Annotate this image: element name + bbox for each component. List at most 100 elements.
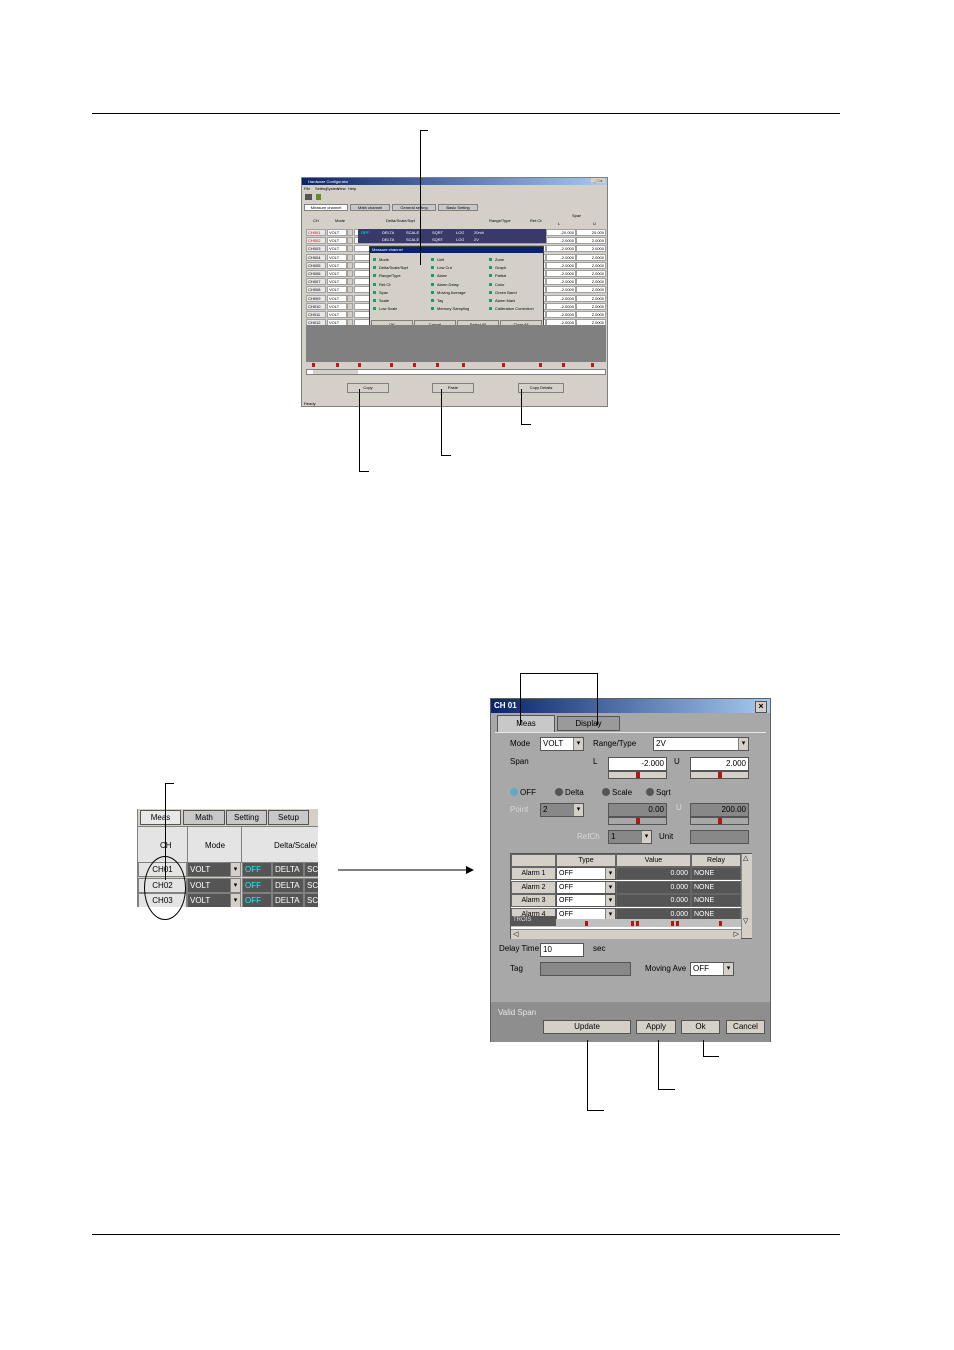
popup-item[interactable]: Partial [489, 273, 506, 278]
checkbox-icon[interactable] [431, 282, 434, 286]
marker-icon[interactable] [631, 921, 634, 926]
crop-row-sc[interactable]: SC [304, 877, 318, 893]
crop-row-off[interactable]: OFF [242, 893, 272, 907]
menu-item[interactable]: File [304, 186, 310, 191]
popup-item[interactable]: Calibration Correction [489, 306, 534, 311]
crop-row-sc[interactable]: SC [304, 862, 318, 877]
row1-range[interactable]: 20mV [474, 230, 484, 235]
scale-l-input[interactable]: 0.00 [608, 803, 667, 817]
row2-range[interactable]: 2V [474, 237, 479, 242]
row-mode[interactable]: VOLT [327, 278, 347, 286]
marker-icon[interactable] [413, 363, 416, 367]
checkbox-icon[interactable] [489, 266, 492, 270]
scroll-down-icon[interactable]: ▽ [743, 917, 748, 925]
span-u-slider[interactable] [690, 771, 749, 779]
crop-tab-0[interactable]: Meas [140, 810, 181, 825]
radio-icon[interactable] [510, 788, 518, 796]
close-icon[interactable]: × [755, 701, 767, 713]
radio-icon[interactable] [555, 788, 563, 796]
alarm-type-select[interactable]: OFF [556, 880, 616, 894]
alarm-value[interactable]: 0.000 [616, 880, 691, 894]
row2-delta[interactable]: DELTA [382, 237, 394, 242]
tab-2[interactable]: General setting [392, 204, 436, 211]
dropdown-arrow-icon[interactable] [347, 261, 353, 269]
crop-row-off[interactable]: OFF [242, 862, 272, 877]
alarm-relay[interactable]: NONE [691, 867, 741, 880]
tab-1[interactable]: Math channel [350, 204, 390, 211]
delay-time-input[interactable]: 10 [540, 943, 584, 957]
checkbox-icon[interactable] [431, 258, 434, 261]
popup-item[interactable]: Low Cut [431, 265, 452, 270]
marker-icon[interactable] [585, 921, 588, 926]
popup-item[interactable]: Color [489, 282, 505, 287]
dropdown-arrow-icon[interactable] [347, 229, 353, 236]
alarm-value[interactable]: 0.000 [616, 867, 691, 880]
popup-item[interactable]: Mode [373, 257, 389, 262]
row1-log[interactable]: LOG [456, 230, 464, 235]
checkbox-icon[interactable] [373, 290, 376, 294]
alarm-value[interactable]: 0.000 [616, 894, 691, 907]
marker-icon[interactable] [312, 363, 315, 367]
dropdown-arrow-icon[interactable] [347, 245, 353, 253]
checkbox-icon[interactable] [489, 282, 492, 286]
checkbox-icon[interactable] [431, 307, 434, 311]
crop-row-mode[interactable]: VOLT [187, 893, 232, 907]
alarm-hscrollbar[interactable]: ◁ ▷ [511, 929, 741, 939]
dropdown-arrow-icon[interactable] [347, 278, 353, 286]
radio-option-2[interactable]: Scale [602, 788, 632, 797]
tag-input[interactable] [540, 962, 631, 976]
popup-item[interactable]: Delta/Scale/Sqrt [373, 265, 408, 270]
checkbox-icon[interactable] [373, 266, 376, 270]
row1-scale[interactable]: SCALE [406, 230, 419, 235]
dropdown-arrow-icon[interactable] [347, 302, 353, 310]
bottom-button-0[interactable]: Copy [347, 383, 389, 393]
popup-item[interactable]: Memory Sampling [431, 306, 469, 311]
marker-icon[interactable] [462, 363, 465, 367]
row-mode[interactable]: VOLT [327, 286, 347, 294]
scroll-up-icon[interactable]: △ [743, 854, 748, 862]
marker-icon[interactable] [591, 363, 594, 367]
checkbox-icon[interactable] [489, 299, 492, 302]
row2-log[interactable]: LOG [456, 237, 464, 242]
radio-option-3[interactable]: Sqrt [646, 788, 671, 797]
range-type-select[interactable]: 2V [653, 737, 749, 751]
dropdown-arrow-icon[interactable] [347, 253, 353, 261]
menu-item[interactable]: Help [348, 186, 356, 191]
scrollbar-thumb[interactable] [313, 370, 358, 374]
scale-l-slider[interactable] [608, 817, 667, 825]
radio-icon[interactable] [602, 788, 610, 796]
mode-select[interactable]: VOLT [540, 737, 584, 751]
dialog-button-cancel[interactable]: Cancel [726, 1020, 765, 1034]
row-mode[interactable]: VOLT [327, 294, 347, 302]
row-mode[interactable]: VOLT [327, 261, 347, 269]
popup-item[interactable]: Graph [489, 265, 506, 270]
marker-icon[interactable] [719, 921, 722, 926]
popup-item[interactable]: Ref.Ch [373, 282, 391, 287]
popup-item[interactable]: Green Band [489, 290, 517, 295]
marker-icon[interactable] [539, 363, 542, 367]
scale-u-input[interactable]: 200.00 [690, 803, 749, 817]
dialog-button-update[interactable]: Update [543, 1020, 631, 1034]
crop-row-mode[interactable]: VOLT [187, 862, 232, 877]
span-l-slider[interactable] [608, 771, 667, 779]
marker-icon[interactable] [636, 921, 639, 926]
popup-item[interactable]: Unit [431, 257, 444, 262]
chevron-down-icon[interactable]: ▾ [230, 877, 241, 893]
print-icon[interactable] [305, 194, 312, 200]
scroll-left-icon[interactable]: ◁ [513, 930, 518, 938]
marker-icon[interactable] [358, 363, 361, 367]
popup-item[interactable]: Moving Average [431, 290, 466, 295]
popup-item[interactable]: Low Scale [373, 306, 397, 311]
tab-display[interactable]: Display [557, 716, 620, 731]
window-controls-icon[interactable]: _ □ x [591, 178, 605, 183]
row-mode[interactable]: VOLT [327, 270, 347, 277]
popup-item[interactable]: Scale [373, 298, 389, 303]
refch-select[interactable]: 1 [608, 830, 652, 844]
popup-item[interactable]: Span [373, 290, 388, 295]
dialog-button-ok[interactable]: Ok [681, 1020, 720, 1034]
checkbox-icon[interactable] [489, 307, 492, 311]
row-mode[interactable]: VOLT [327, 302, 347, 310]
crop-row-delta[interactable]: DELTA [272, 862, 304, 877]
bottom-button-2[interactable]: Copy Details [518, 383, 564, 393]
checkbox-icon[interactable] [373, 307, 376, 311]
